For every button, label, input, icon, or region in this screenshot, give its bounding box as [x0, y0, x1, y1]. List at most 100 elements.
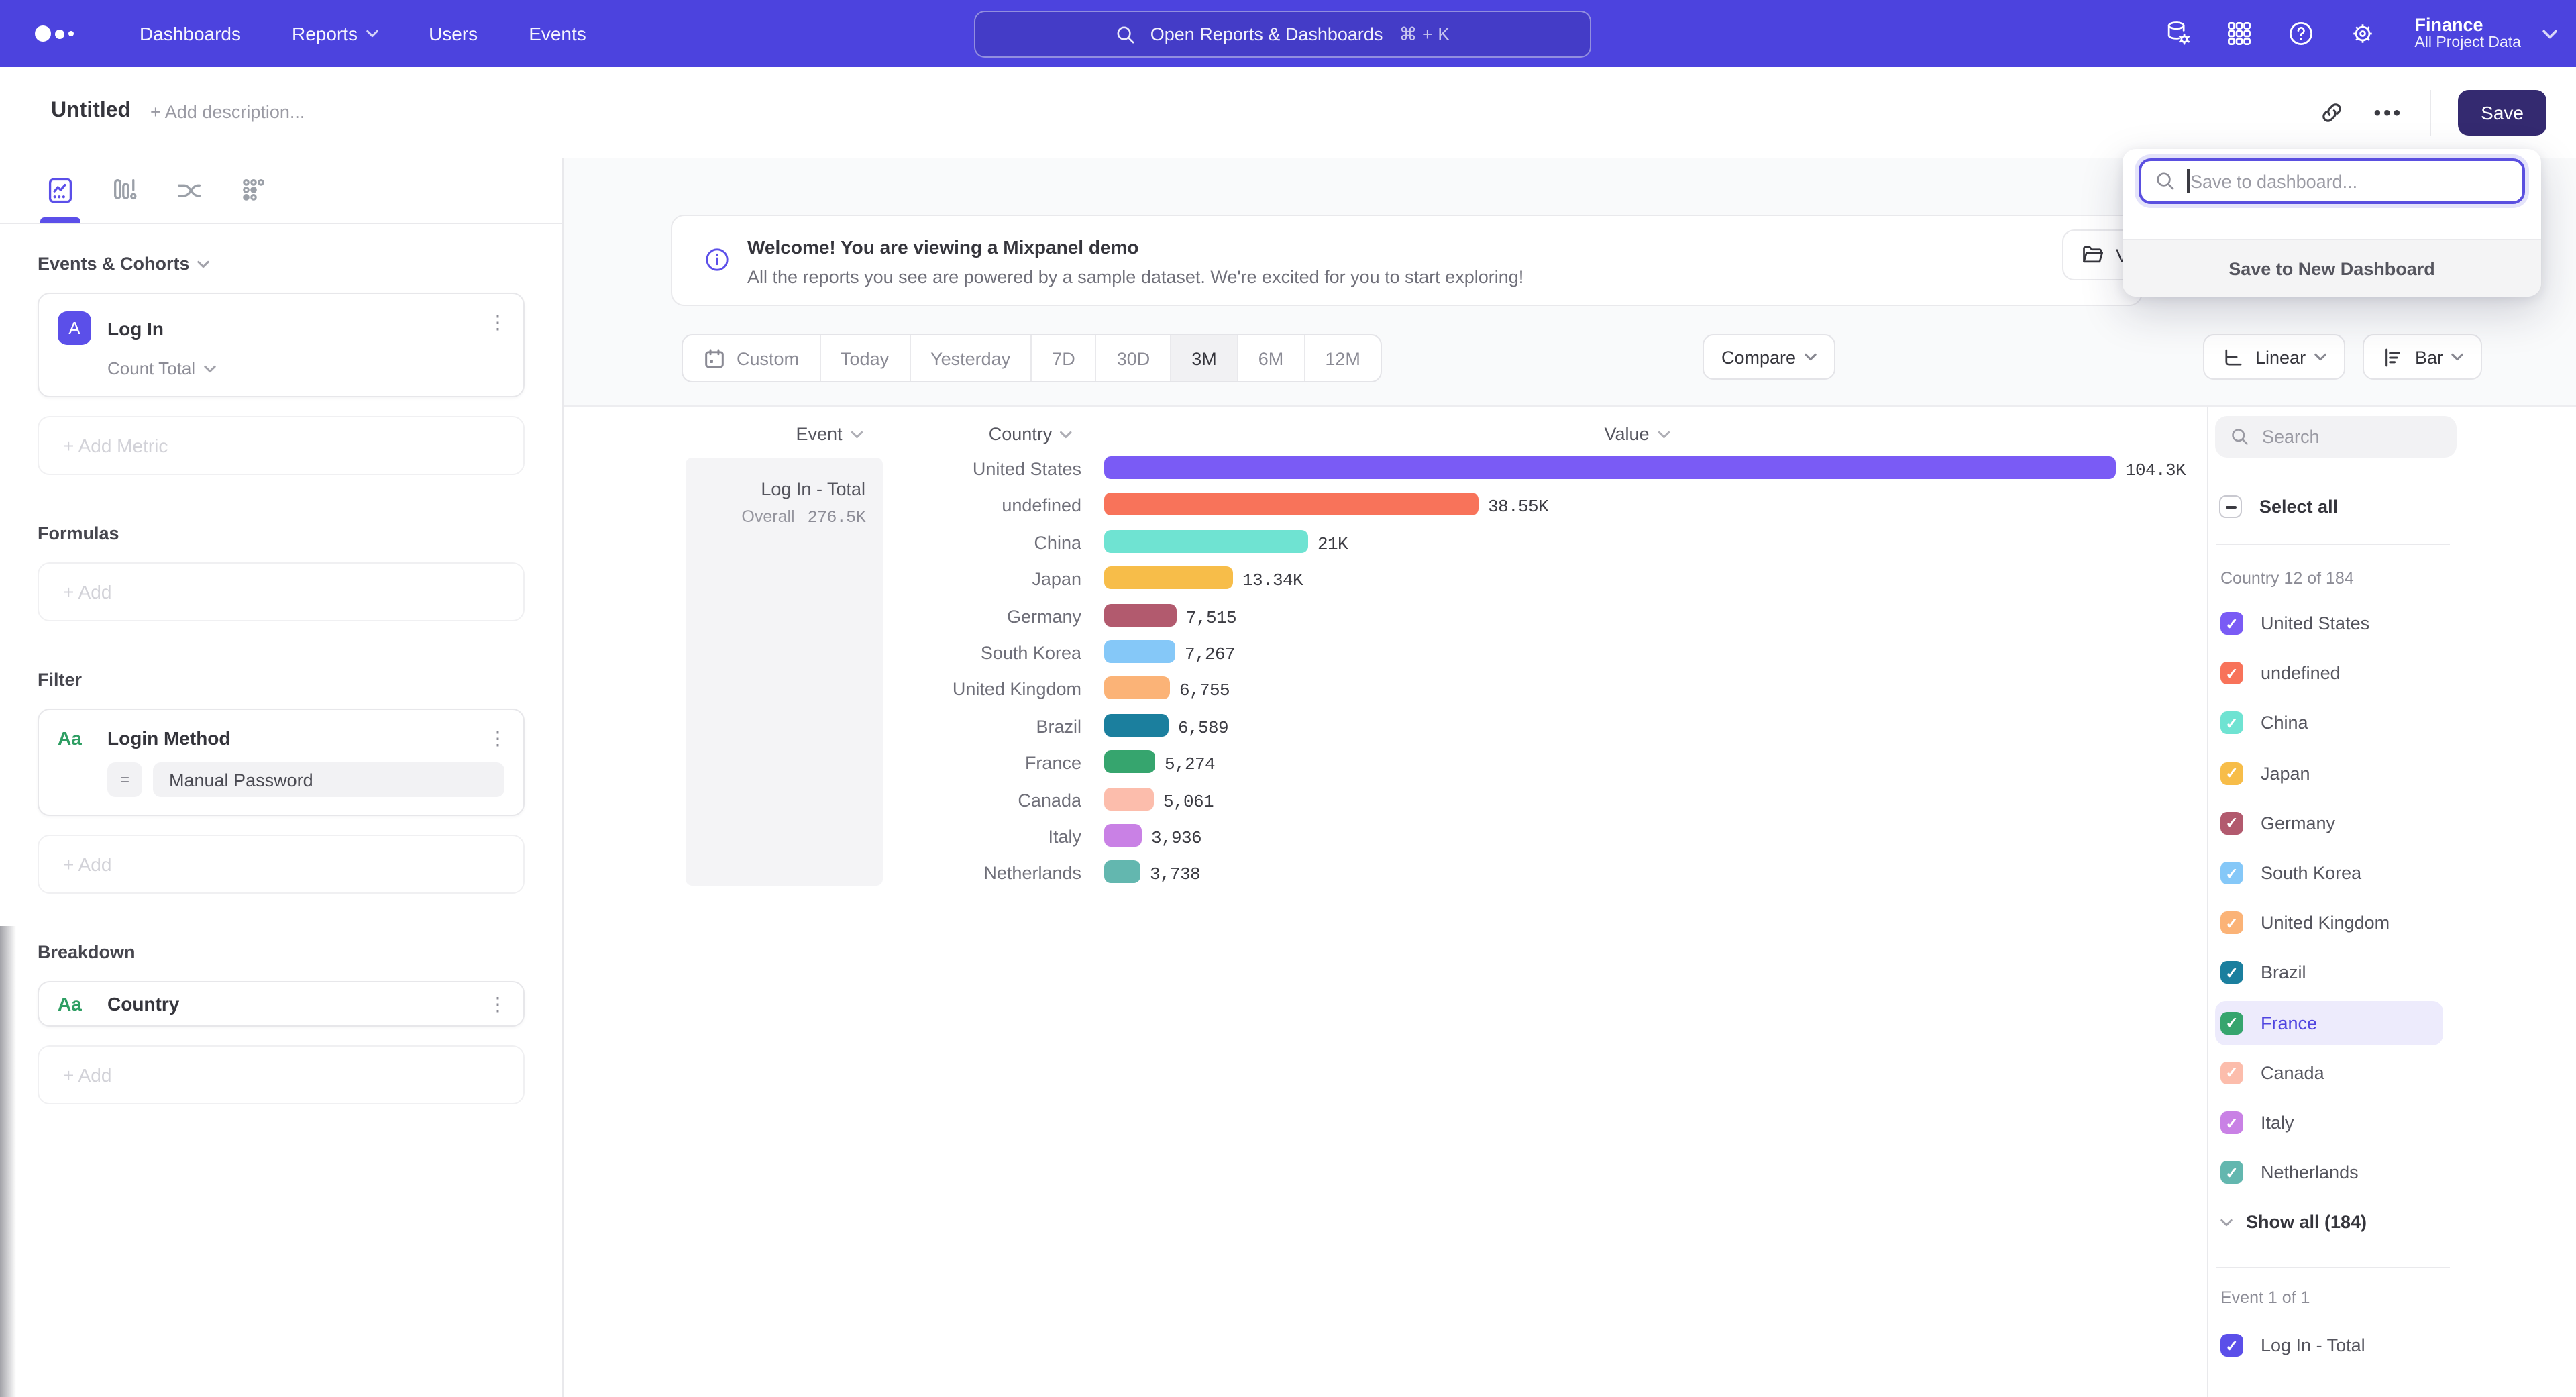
nav-item-reports[interactable]: Reports: [292, 23, 378, 44]
save-to-new-dashboard-button[interactable]: Save to New Dashboard: [2123, 239, 2541, 297]
scale-selector[interactable]: Linear: [2203, 334, 2345, 380]
country-group-label: Country 12 of 184: [2220, 569, 2354, 588]
add-description-button[interactable]: + Add description...: [150, 102, 305, 122]
country-checkbox-row-united-states[interactable]: ✓United States: [2215, 601, 2443, 645]
range-7d[interactable]: 7D: [1030, 335, 1095, 381]
settings-gear-icon[interactable]: [2347, 19, 2377, 48]
column-header-event[interactable]: Event: [796, 424, 862, 444]
range-12m[interactable]: 12M: [1303, 335, 1381, 381]
filter-card-login-method[interactable]: Aa Login Method ⋮ = Manual Password: [38, 709, 525, 816]
apps-grid-icon[interactable]: [2224, 19, 2253, 48]
bar-france[interactable]: [1104, 750, 1155, 773]
range-today[interactable]: Today: [819, 335, 909, 381]
country-checkbox-row-undefined[interactable]: ✓undefined: [2215, 651, 2443, 695]
select-all-checkbox[interactable]: [2219, 495, 2242, 518]
checkbox-log-in-total[interactable]: ✓: [2220, 1334, 2243, 1357]
checkbox-united-kingdom[interactable]: ✓: [2220, 911, 2243, 934]
save-dashboard-search-input[interactable]: Save to dashboard...: [2139, 158, 2525, 204]
checkbox-canada[interactable]: ✓: [2220, 1062, 2243, 1084]
checkbox-france[interactable]: ✓: [2220, 1011, 2243, 1034]
checkbox-united-states[interactable]: ✓: [2220, 612, 2243, 635]
checkbox-south-korea[interactable]: ✓: [2220, 862, 2243, 884]
nav-item-users[interactable]: Users: [429, 23, 478, 44]
checkbox-netherlands[interactable]: ✓: [2220, 1161, 2243, 1184]
filter-property-name[interactable]: Login Method: [107, 727, 231, 749]
mixpanel-logo[interactable]: [35, 25, 80, 42]
tab-flows[interactable]: [174, 176, 204, 205]
copy-link-icon[interactable]: [2318, 98, 2347, 127]
breakdown-card-country[interactable]: Aa Country ⋮: [38, 981, 525, 1027]
country-checkbox-row-japan[interactable]: ✓Japan: [2215, 751, 2443, 795]
data-management-icon[interactable]: [2162, 19, 2192, 48]
event-checkbox-row[interactable]: ✓Log In - Total: [2215, 1323, 2443, 1367]
bar-canada[interactable]: [1104, 787, 1154, 810]
indeterminate-dash: [2225, 505, 2236, 508]
range-custom[interactable]: Custom: [683, 335, 819, 381]
range-3m[interactable]: 3M: [1170, 335, 1237, 381]
bar-china[interactable]: [1104, 530, 1308, 553]
country-checkbox-row-china[interactable]: ✓China: [2215, 701, 2443, 745]
filter-operator[interactable]: =: [107, 762, 142, 797]
bar-south-korea[interactable]: [1104, 640, 1175, 663]
metric-name[interactable]: Log In: [107, 317, 164, 339]
filter-menu-button[interactable]: ⋮: [488, 727, 507, 750]
range-30d[interactable]: 30D: [1095, 335, 1171, 381]
bar-united-states[interactable]: [1104, 456, 2116, 479]
show-all-button[interactable]: Show all (184): [2220, 1212, 2367, 1232]
metric-card-log-in[interactable]: A Log In ⋮ Count Total: [38, 293, 525, 397]
series-search-input[interactable]: Search: [2215, 416, 2457, 458]
add-breakdown-button[interactable]: + Add: [38, 1045, 525, 1104]
bar-undefined[interactable]: [1104, 493, 1479, 516]
help-icon[interactable]: [2286, 19, 2315, 48]
events-cohorts-header[interactable]: Events & Cohorts: [38, 254, 525, 274]
tab-insights[interactable]: [46, 176, 75, 205]
tab-retention[interactable]: [239, 176, 268, 205]
range-yesterday[interactable]: Yesterday: [909, 335, 1030, 381]
chart-type-selector[interactable]: Bar: [2363, 334, 2482, 380]
nav-item-dashboards[interactable]: Dashboards: [140, 23, 241, 44]
filter-value[interactable]: Manual Password: [153, 762, 504, 797]
bar-category-label: undefined: [564, 496, 1081, 516]
checkbox-italy[interactable]: ✓: [2220, 1111, 2243, 1134]
bar-brazil[interactable]: [1104, 714, 1169, 737]
range-6m[interactable]: 6M: [1237, 335, 1304, 381]
report-title[interactable]: Untitled: [51, 99, 131, 123]
country-checkbox-row-brazil[interactable]: ✓Brazil: [2215, 951, 2443, 995]
save-button[interactable]: Save: [2458, 90, 2546, 136]
bar-netherlands[interactable]: [1104, 861, 1140, 884]
country-checkbox-row-south-korea[interactable]: ✓South Korea: [2215, 851, 2443, 895]
bar-italy[interactable]: [1104, 824, 1142, 847]
metric-menu-button[interactable]: ⋮: [488, 311, 507, 334]
compare-button[interactable]: Compare: [1703, 334, 1835, 380]
checkbox-brazil[interactable]: ✓: [2220, 962, 2243, 984]
nav-item-events[interactable]: Events: [529, 23, 586, 44]
aggregation-selector[interactable]: Count Total: [107, 358, 504, 378]
checkbox-china[interactable]: ✓: [2220, 712, 2243, 735]
country-checkbox-row-canada[interactable]: ✓Canada: [2215, 1051, 2443, 1095]
global-search-button[interactable]: Open Reports & Dashboards ⌘ + K: [974, 11, 1591, 58]
bar-category-label: Brazil: [564, 717, 1081, 737]
bar-united-kingdom[interactable]: [1104, 677, 1170, 700]
country-checkbox-row-united-kingdom[interactable]: ✓United Kingdom: [2215, 900, 2443, 945]
project-switcher[interactable]: Finance All Project Data: [2409, 15, 2557, 52]
checkbox-undefined[interactable]: ✓: [2220, 662, 2243, 684]
column-header-country[interactable]: Country: [989, 424, 1073, 444]
country-checkbox-row-germany[interactable]: ✓Germany: [2215, 801, 2443, 845]
add-metric-button[interactable]: + Add Metric: [38, 416, 525, 475]
select-all-row[interactable]: Select all: [2219, 495, 2338, 518]
add-formula-button[interactable]: + Add: [38, 562, 525, 621]
bar-value-label: 104.3K: [2125, 460, 2186, 480]
country-checkbox-row-italy[interactable]: ✓Italy: [2215, 1100, 2443, 1145]
more-options-button[interactable]: •••: [2374, 101, 2404, 124]
tab-funnels[interactable]: [110, 176, 140, 205]
bar-germany[interactable]: [1104, 603, 1177, 626]
breakdown-menu-button[interactable]: ⋮: [488, 993, 507, 1016]
country-checkbox-row-france[interactable]: ✓France: [2215, 1000, 2443, 1045]
column-header-value[interactable]: Value: [1604, 424, 1669, 444]
country-checkbox-row-netherlands[interactable]: ✓Netherlands: [2215, 1150, 2443, 1194]
checkbox-japan[interactable]: ✓: [2220, 762, 2243, 784]
bar-japan[interactable]: [1104, 566, 1233, 589]
breakdown-property-name[interactable]: Country: [107, 993, 179, 1015]
add-filter-button[interactable]: + Add: [38, 835, 525, 894]
checkbox-germany[interactable]: ✓: [2220, 812, 2243, 835]
